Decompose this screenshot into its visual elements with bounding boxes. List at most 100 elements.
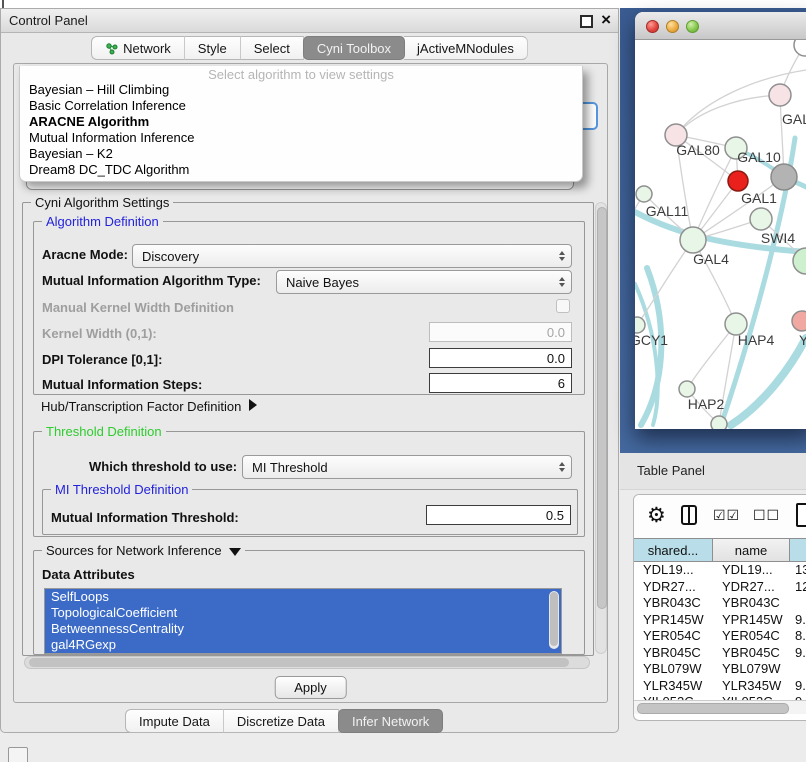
manual-kernel-width-checkbox bbox=[556, 299, 570, 313]
hub-transcription-factor-section[interactable]: Hub/Transcription Factor Definition bbox=[41, 399, 257, 414]
settings-vertical-scrollbar[interactable] bbox=[595, 202, 607, 654]
table-header-row: shared...name bbox=[634, 538, 806, 562]
attribute-item-betweennesscentrality[interactable]: BetweennessCentrality bbox=[45, 621, 561, 637]
expand-right-icon bbox=[249, 399, 257, 411]
dpi-tolerance-field[interactable] bbox=[429, 348, 572, 368]
cyni-algorithm-settings-group: Cyni Algorithm Settings Algorithm Defini… bbox=[22, 202, 594, 656]
float-window-icon[interactable] bbox=[580, 15, 593, 28]
node-label-y: Y bbox=[799, 332, 806, 348]
node-gal4[interactable] bbox=[680, 227, 706, 253]
table-cell: YDR27... bbox=[634, 579, 713, 596]
node-gal[interactable] bbox=[769, 84, 791, 106]
node-label-gal11: GAL11 bbox=[646, 203, 689, 219]
attribute-item-gal4rgexp[interactable]: gal4RGexp bbox=[45, 637, 561, 653]
node-gal11[interactable] bbox=[636, 186, 652, 202]
minimize-traffic-light[interactable] bbox=[666, 20, 679, 33]
table-horizontal-scrollbar[interactable] bbox=[634, 700, 806, 714]
which-threshold-combo[interactable]: MI Threshold bbox=[242, 455, 572, 479]
kernel-width-label: Kernel Width (0,1): bbox=[42, 326, 157, 341]
apply-button[interactable]: Apply bbox=[274, 676, 347, 699]
document-icon[interactable] bbox=[796, 503, 806, 527]
algorithm-option-mutual-information-inference[interactable]: Mutual Information Inference bbox=[20, 130, 582, 146]
table-row[interactable]: YBL079WYBL079W bbox=[634, 661, 806, 678]
column-header-name[interactable]: name bbox=[713, 539, 790, 562]
table-panel: ⚙ ☑☑ ☐☐ shared...name YDL19...YDL19...13… bbox=[633, 494, 806, 721]
mi-threshold-label: Mutual Information Threshold: bbox=[51, 510, 239, 525]
column-header-cut[interactable] bbox=[790, 539, 806, 562]
mi-steps-field[interactable] bbox=[429, 373, 572, 393]
close-icon[interactable]: × bbox=[601, 10, 611, 30]
node-gal1[interactable] bbox=[750, 208, 772, 230]
algorithm-option-dream8-dc-tdc-algorithm[interactable]: Dream8 DC_TDC Algorithm bbox=[20, 162, 582, 178]
table-row[interactable]: YBR045CYBR045C9. bbox=[634, 645, 806, 662]
node-unlabeled[interactable] bbox=[728, 171, 748, 191]
network-window-titlebar bbox=[635, 12, 806, 40]
tab-discretize-data[interactable]: Discretize Data bbox=[224, 709, 339, 733]
scrollbar-thumb[interactable] bbox=[637, 703, 789, 714]
tab-cyni-toolbox[interactable]: Cyni Toolbox bbox=[303, 36, 405, 60]
collapsed-panel-button[interactable] bbox=[8, 747, 28, 762]
tab-impute-data[interactable]: Impute Data bbox=[125, 709, 224, 733]
algorithm-option-basic-correlation-inference[interactable]: Basic Correlation Inference bbox=[20, 98, 582, 114]
tab-label: Cyni Toolbox bbox=[317, 41, 391, 56]
split-view-icon[interactable] bbox=[681, 505, 697, 525]
zoom-traffic-light[interactable] bbox=[686, 20, 699, 33]
node-label-swi4: SWI4 bbox=[761, 230, 795, 246]
node-hap2[interactable] bbox=[679, 381, 695, 397]
tab-label: Select bbox=[254, 41, 290, 56]
threshold-definition-group: Threshold Definition Which threshold to … bbox=[33, 431, 585, 537]
mi-threshold-definition-group: MI Threshold Definition Mutual Informati… bbox=[42, 489, 578, 535]
select-all-unchecked-icon[interactable]: ☐☐ bbox=[753, 508, 780, 524]
node-unlabeled[interactable] bbox=[794, 40, 806, 56]
table-cell: YPR145W bbox=[634, 612, 713, 629]
tab-network[interactable]: Network bbox=[91, 36, 185, 60]
node-unlabeled[interactable] bbox=[771, 164, 797, 190]
attribute-item-topologicalcoefficient[interactable]: TopologicalCoefficient bbox=[45, 605, 561, 621]
aracne-mode-combo[interactable]: Discovery bbox=[132, 244, 572, 268]
settings-horizontal-scrollbar[interactable] bbox=[24, 656, 590, 669]
network-edge bbox=[637, 240, 693, 325]
tab-style[interactable]: Style bbox=[185, 36, 241, 60]
table-row[interactable]: YLR345WYLR345W9. bbox=[634, 678, 806, 695]
gear-icon[interactable]: ⚙ bbox=[647, 503, 666, 527]
table-row[interactable]: YDL19...YDL19...13 bbox=[634, 562, 806, 579]
attribute-item-selfloops[interactable]: SelfLoops bbox=[45, 589, 561, 605]
node-unlabeled[interactable] bbox=[711, 416, 727, 429]
network-edge bbox=[635, 284, 658, 425]
mi-threshold-field[interactable] bbox=[426, 505, 571, 525]
algorithm-option-aracne-algorithm[interactable]: ARACNE Algorithm bbox=[20, 114, 582, 130]
node-gcy1[interactable] bbox=[635, 317, 645, 333]
table-row[interactable]: YER054CYER054C8. bbox=[634, 628, 806, 645]
tab-jactivemnodules[interactable]: jActiveMNodules bbox=[404, 36, 528, 60]
stepper-arrows-icon bbox=[559, 462, 565, 472]
algorithm-option-bayesian-k2[interactable]: Bayesian – K2 bbox=[20, 146, 582, 162]
manual-kernel-width-label: Manual Kernel Width Definition bbox=[42, 300, 234, 315]
mi-algorithm-type-combo[interactable]: Naive Bayes bbox=[276, 270, 572, 294]
table-row[interactable]: YPR145WYPR145W9. bbox=[634, 612, 806, 629]
close-traffic-light[interactable] bbox=[646, 20, 659, 33]
list-scrollbar[interactable] bbox=[549, 591, 559, 649]
scrollbar-thumb[interactable] bbox=[597, 207, 607, 609]
scrollbar-thumb[interactable] bbox=[29, 658, 569, 667]
mi-algorithm-type-value: Naive Bayes bbox=[286, 275, 359, 290]
scrollbar-thumb[interactable] bbox=[550, 592, 558, 646]
select-all-checked-icon[interactable]: ☑☑ bbox=[713, 508, 740, 524]
control-panel-title: Control Panel bbox=[9, 9, 88, 32]
algorithm-option-bayesian-hill-climbing[interactable]: Bayesian – Hill Climbing bbox=[20, 82, 582, 98]
node-y[interactable] bbox=[792, 311, 806, 331]
network-edge bbox=[687, 324, 736, 389]
table-row[interactable]: YDR27...YDR27...12 bbox=[634, 579, 806, 596]
aracne-mode-label: Aracne Mode: bbox=[42, 247, 128, 262]
table-cell bbox=[790, 595, 806, 612]
algorithm-dropdown-placeholder: Select algorithm to view settings bbox=[20, 67, 582, 82]
node-label-gal1: GAL1 bbox=[741, 190, 777, 206]
table-row[interactable]: YBR043CYBR043C bbox=[634, 595, 806, 612]
tab-select[interactable]: Select bbox=[241, 36, 304, 60]
column-header-shared[interactable]: shared... bbox=[634, 539, 713, 562]
tab-infer-network[interactable]: Infer Network bbox=[338, 709, 443, 733]
network-view[interactable]: GALGAL80GAL10GAL1GAL11SWI4GAL4GCY1HAP4YH… bbox=[635, 40, 806, 429]
threshold-definition-title: Threshold Definition bbox=[42, 424, 166, 439]
sources-title-row[interactable]: Sources for Network Inference bbox=[42, 543, 245, 558]
network-icon bbox=[105, 42, 118, 55]
settings-group-title: Cyni Algorithm Settings bbox=[31, 195, 173, 210]
